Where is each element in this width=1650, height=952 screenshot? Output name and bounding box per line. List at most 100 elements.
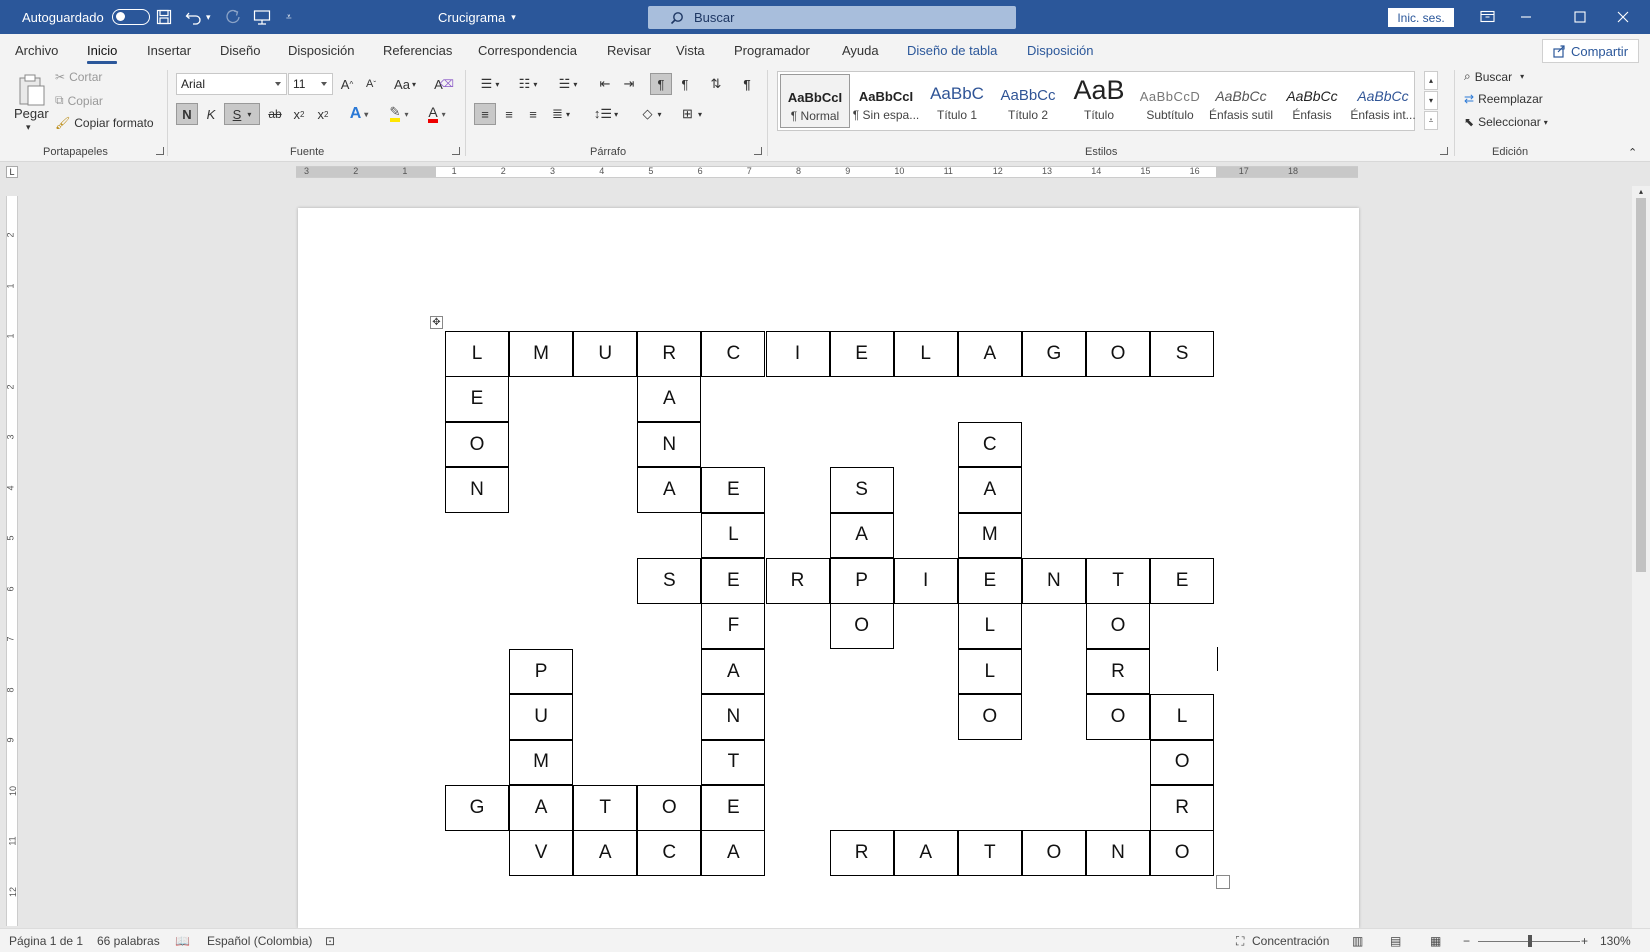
crossword-cell[interactable]: O	[1150, 830, 1215, 876]
crossword-cell[interactable]: N	[637, 421, 702, 468]
crossword-cell[interactable]: L	[701, 512, 766, 559]
autosave-control[interactable]: Autoguardado	[22, 0, 150, 34]
tab-disposicion[interactable]: Disposición	[288, 43, 354, 58]
crossword-cell[interactable]: U	[573, 331, 638, 377]
crossword-cell[interactable]: A	[637, 376, 702, 422]
style-subtle-emphasis[interactable]: AaBbCc Énfasis sutil	[1206, 74, 1276, 128]
font-name-select[interactable]: Arial	[176, 73, 287, 95]
crossword-cell[interactable]: O	[1086, 694, 1150, 740]
tab-programador[interactable]: Programador	[734, 43, 810, 58]
vertical-scrollbar[interactable]: ▴	[1632, 186, 1650, 928]
crossword-cell[interactable]: A	[701, 830, 766, 876]
paste-button[interactable]: Pegar	[14, 106, 49, 121]
crossword-cell[interactable]: O	[637, 785, 702, 831]
crossword-cell[interactable]: M	[957, 512, 1022, 559]
crossword-cell[interactable]: S	[1150, 331, 1215, 377]
maximize-icon[interactable]	[1574, 0, 1586, 34]
font-size-select[interactable]: 11	[288, 73, 333, 95]
crossword-cell[interactable]: L	[957, 603, 1022, 649]
crossword-cell[interactable]: E	[701, 467, 766, 513]
crossword-cell[interactable]: E	[957, 558, 1022, 604]
select-button[interactable]: ⬉ Seleccionar ▾	[1464, 115, 1548, 129]
search-box[interactable]: Buscar	[648, 6, 1016, 29]
crossword-cell[interactable]: A	[893, 830, 958, 876]
sort-icon[interactable]: ⇅	[705, 73, 727, 95]
crossword-cell[interactable]: E	[701, 785, 766, 831]
underline-button[interactable]: S ▾	[224, 103, 260, 125]
clear-formatting-icon[interactable]: A ⌫	[433, 73, 455, 95]
crossword-cell[interactable]: O	[1021, 830, 1086, 876]
decrease-indent-icon[interactable]: ⇤	[594, 73, 616, 95]
zoom-level[interactable]: 130%	[1600, 934, 1631, 948]
style-normal[interactable]: AaBbCcI ¶ Normal	[780, 74, 850, 128]
shrink-font-icon[interactable]: Aˇ	[360, 73, 382, 95]
strikethrough-icon[interactable]: ab	[264, 103, 286, 125]
styles-scroll-down-icon[interactable]: ▾	[1424, 91, 1438, 110]
web-layout-icon[interactable]: ▦	[1430, 934, 1441, 948]
focus-icon[interactable]: ⛶	[1236, 934, 1244, 949]
crossword-cell[interactable]: E	[1150, 558, 1215, 604]
font-color-icon[interactable]: A ▾	[420, 103, 454, 125]
replace-button[interactable]: ⇄ Reemplazar	[1464, 92, 1543, 106]
crossword-cell[interactable]: O	[445, 421, 509, 468]
crossword-cell[interactable]: T	[1086, 558, 1150, 604]
crossword-cell[interactable]: P	[509, 648, 574, 695]
print-layout-icon[interactable]: ▤	[1390, 934, 1401, 948]
crossword-cell[interactable]: I	[893, 558, 958, 604]
crossword-cell[interactable]: N	[1086, 830, 1150, 876]
crossword-cell[interactable]: O	[957, 694, 1022, 740]
show-marks-icon[interactable]: ¶	[736, 73, 758, 95]
tab-vista[interactable]: Vista	[676, 43, 705, 58]
minimize-icon[interactable]	[1520, 0, 1532, 34]
paste-dropdown-icon[interactable]: ▾	[26, 122, 31, 133]
crossword-cell[interactable]: E	[829, 331, 894, 377]
tab-ayuda[interactable]: Ayuda	[842, 43, 879, 58]
zoom-slider-thumb[interactable]	[1528, 935, 1532, 947]
superscript-icon[interactable]: x2	[312, 103, 334, 125]
crossword-cell[interactable]: N	[701, 694, 766, 740]
crossword-cell[interactable]: R	[1086, 648, 1150, 695]
style-title[interactable]: AaB Título	[1064, 74, 1134, 128]
numbering-icon[interactable]: ☷ ▾	[512, 73, 544, 95]
crossword-cell[interactable]: F	[701, 603, 766, 649]
change-case-button[interactable]: Aa ▾	[390, 73, 420, 95]
text-effects-icon[interactable]: A ▾	[343, 103, 375, 125]
crossword-cell[interactable]: R	[1150, 785, 1215, 831]
sign-in-button[interactable]: Inic. ses.	[1388, 8, 1454, 27]
crossword-cell[interactable]: N	[445, 467, 509, 513]
tab-diseno-de-tabla[interactable]: Diseño de tabla	[907, 43, 997, 58]
proofing-icon[interactable]: 📖	[175, 934, 190, 948]
font-launcher-icon[interactable]	[452, 147, 460, 155]
highlight-color-icon[interactable]: ✎ ▾	[382, 103, 416, 125]
crossword-cell[interactable]: A	[829, 512, 894, 559]
crossword-cell[interactable]: V	[509, 830, 574, 876]
zoom-out-icon[interactable]: −	[1463, 934, 1470, 948]
focus-mode-button[interactable]: Concentración	[1252, 934, 1329, 948]
crossword-cell[interactable]: C	[637, 830, 702, 876]
scrollbar-thumb[interactable]	[1636, 198, 1646, 572]
save-icon[interactable]	[156, 0, 172, 34]
shading-icon[interactable]: ◇ ▾	[636, 103, 668, 125]
crossword-cell[interactable]: S	[829, 467, 894, 513]
crossword-cell[interactable]: N	[1021, 558, 1086, 604]
increase-indent-icon[interactable]: ⇥	[618, 73, 640, 95]
crossword-cell[interactable]: L	[1150, 694, 1215, 740]
table-resize-handle[interactable]	[1216, 875, 1230, 889]
crossword-cell[interactable]: R	[637, 331, 702, 377]
style-subtitle[interactable]: AaBbCcD Subtítulo	[1135, 74, 1205, 128]
undo-dropdown-icon[interactable]: ▾	[206, 0, 211, 34]
present-icon[interactable]	[253, 0, 271, 34]
tab-insertar[interactable]: Insertar	[147, 43, 191, 58]
ribbon-display-options-icon[interactable]	[1480, 0, 1496, 34]
crossword-cell[interactable]: O	[1150, 739, 1215, 786]
crossword-cell[interactable]: S	[637, 558, 702, 604]
word-count[interactable]: 66 palabras	[97, 934, 160, 948]
customize-toolbar-icon[interactable]: ⩡	[286, 0, 292, 34]
page-count[interactable]: Página 1 de 1	[9, 934, 83, 948]
crossword-cell[interactable]: A	[701, 648, 766, 695]
scroll-up-icon[interactable]: ▴	[1634, 184, 1648, 198]
tab-referencias[interactable]: Referencias	[383, 43, 452, 58]
ltr-icon[interactable]: ¶	[650, 73, 672, 95]
multilevel-list-icon[interactable]: ☱ ▾	[552, 73, 584, 95]
language-indicator[interactable]: Español (Colombia)	[207, 934, 312, 948]
